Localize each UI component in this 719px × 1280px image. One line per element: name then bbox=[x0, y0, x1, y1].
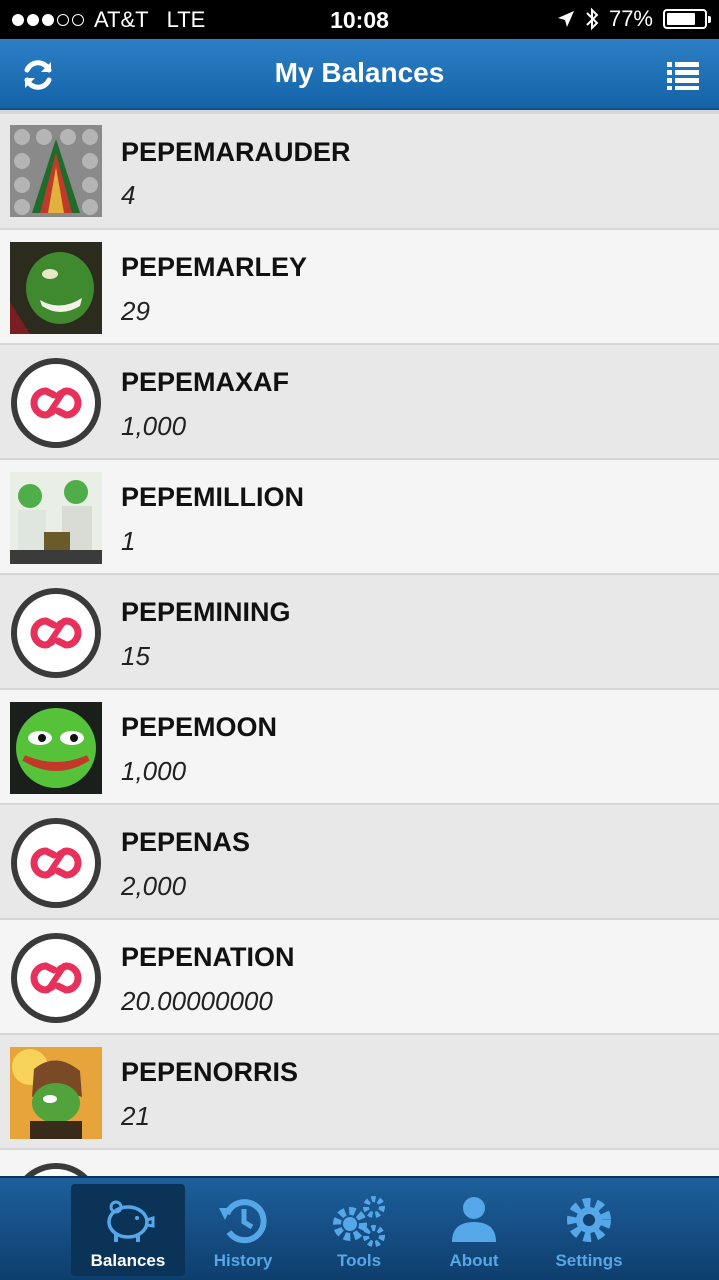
asset-name: PEPEMARLEY bbox=[121, 252, 308, 282]
balance-row[interactable]: PEPEMARAUDER 4 bbox=[0, 110, 719, 230]
balance-row[interactable]: PEPEMARLEY 29 bbox=[0, 230, 719, 345]
asset-image bbox=[10, 1047, 102, 1139]
balance-row[interactable]: PEPENORRIS 21 bbox=[0, 1035, 719, 1150]
battery-icon bbox=[663, 9, 711, 29]
counterparty-logo-icon bbox=[11, 818, 101, 908]
asset-image bbox=[10, 125, 102, 217]
tab-balances-label: Balances bbox=[90, 1251, 166, 1270]
user-icon bbox=[452, 1197, 496, 1242]
asset-quantity: 1,000 bbox=[121, 756, 187, 786]
nav-header: My Balances bbox=[0, 39, 719, 110]
battery-percent: 77% bbox=[608, 6, 653, 31]
counterparty-logo-icon bbox=[24, 1163, 88, 1176]
asset-name: PEPENORRIS bbox=[121, 1057, 299, 1087]
status-bar: AT&T LTE 10:08 77% bbox=[0, 0, 719, 39]
asset-name: PEPENATION bbox=[121, 942, 295, 972]
asset-quantity: 15 bbox=[121, 641, 150, 671]
tab-tools-label: Tools bbox=[336, 1251, 382, 1270]
bluetooth-icon bbox=[586, 7, 599, 31]
history-icon bbox=[219, 1199, 267, 1244]
counterparty-logo-icon bbox=[11, 933, 101, 1023]
asset-quantity: 29 bbox=[121, 296, 150, 326]
asset-name: PEPEMARAUDER bbox=[121, 137, 351, 167]
asset-image bbox=[10, 702, 102, 794]
piggy-bank-icon bbox=[107, 1200, 155, 1242]
asset-quantity: 20.00000000 bbox=[121, 986, 273, 1016]
asset-quantity: 21 bbox=[121, 1101, 150, 1131]
asset-image bbox=[10, 472, 102, 564]
asset-name: PEPEMINING bbox=[121, 597, 291, 627]
asset-quantity: 2,000 bbox=[121, 871, 187, 901]
page-title: My Balances bbox=[274, 57, 445, 88]
balance-row[interactable]: PEPEMILLION 1 bbox=[0, 460, 719, 575]
status-right: 77% bbox=[557, 6, 711, 32]
tab-about-label: About bbox=[449, 1251, 499, 1270]
balance-row-partial[interactable] bbox=[0, 1150, 719, 1176]
balance-row[interactable]: PEPENATION 20.00000000 bbox=[0, 920, 719, 1035]
tab-settings[interactable]: Settings bbox=[532, 1184, 646, 1276]
balance-row[interactable]: PEPEMOON 1,000 bbox=[0, 690, 719, 805]
gears-icon bbox=[333, 1196, 385, 1247]
asset-name: PEPEMAXAF bbox=[121, 367, 290, 397]
balances-list: PEPEMARAUDER 4 PEPEMARLEY 29 PEPEMAXAF 1,000 P… bbox=[0, 110, 719, 1176]
counterparty-logo-icon bbox=[11, 588, 101, 678]
balance-row[interactable]: PEPENAS 2,000 bbox=[0, 805, 719, 920]
asset-name: PEPENAS bbox=[121, 827, 251, 857]
asset-image bbox=[10, 242, 102, 334]
asset-name: PEPEMOON bbox=[121, 712, 278, 742]
gear-icon bbox=[567, 1198, 611, 1242]
asset-quantity: 1,000 bbox=[121, 411, 187, 441]
asset-quantity: 4 bbox=[121, 180, 136, 210]
tab-history[interactable]: History bbox=[186, 1184, 300, 1276]
asset-quantity: 1 bbox=[121, 526, 136, 556]
tab-tools[interactable]: Tools bbox=[302, 1184, 416, 1276]
balance-row[interactable]: PEPEMINING 15 bbox=[0, 575, 719, 690]
list-icon bbox=[667, 62, 699, 90]
tab-history-label: History bbox=[213, 1251, 273, 1270]
asset-name: PEPEMILLION bbox=[121, 482, 305, 512]
tab-settings-label: Settings bbox=[555, 1251, 623, 1270]
tab-bar: Balances History Tools About Settings bbox=[0, 1176, 719, 1280]
location-arrow-icon bbox=[557, 11, 574, 27]
counterparty-logo-icon bbox=[11, 358, 101, 448]
menu-button[interactable] bbox=[661, 53, 705, 97]
balance-row[interactable]: PEPEMAXAF 1,000 bbox=[0, 345, 719, 460]
tab-about[interactable]: About bbox=[417, 1184, 531, 1276]
tab-balances[interactable]: Balances bbox=[71, 1184, 185, 1276]
